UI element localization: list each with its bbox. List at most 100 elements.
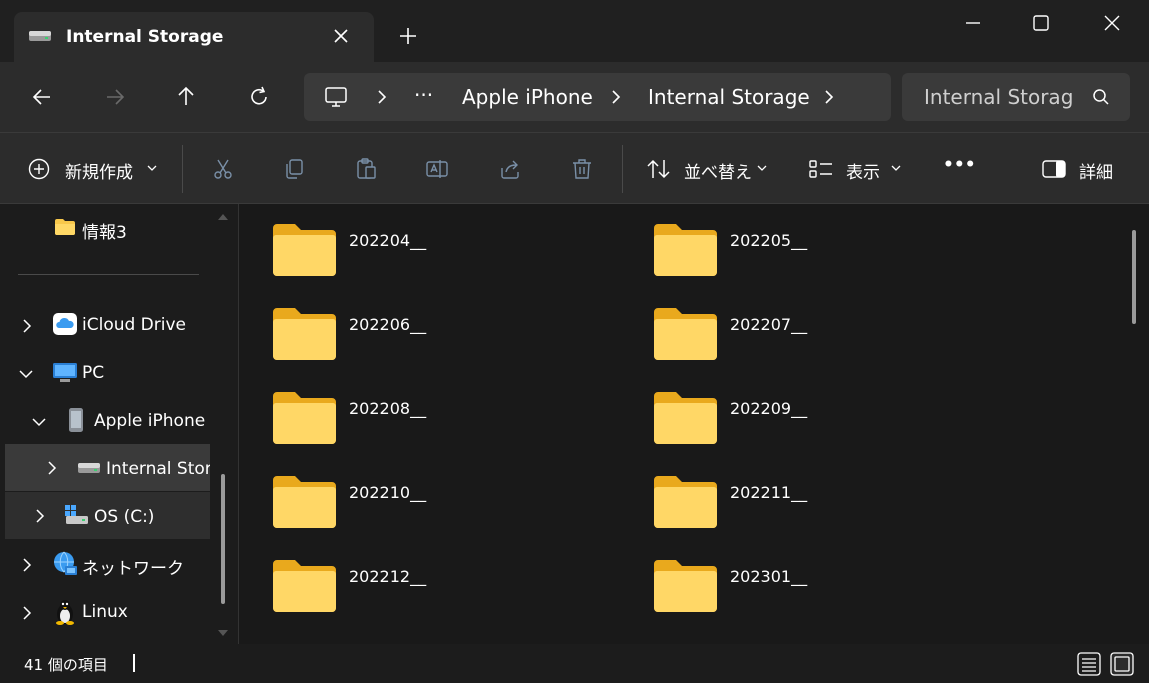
- large-icons-view-icon[interactable]: [1110, 652, 1134, 676]
- minimize-icon[interactable]: [962, 12, 984, 34]
- folder-item-202211[interactable]: 202211__: [654, 476, 954, 532]
- folder-item-202210[interactable]: 202210__: [273, 476, 573, 532]
- more-options-button[interactable]: •••: [943, 155, 976, 175]
- back-icon[interactable]: [30, 85, 54, 109]
- folder-item-202205[interactable]: 202205__: [654, 224, 954, 280]
- details-button[interactable]: 詳細: [1079, 158, 1113, 183]
- details-view-icon[interactable]: [1077, 652, 1101, 676]
- drive-icon: [77, 461, 101, 475]
- navigation-pane: 情報3 iCloud Drive PC Apple iPhone Interna…: [0, 204, 238, 644]
- drive-icon: [28, 28, 52, 44]
- chevron-down-icon[interactable]: [146, 163, 158, 173]
- sidebar-item-label: Internal Storage: [106, 459, 210, 479]
- refresh-icon[interactable]: [247, 85, 271, 109]
- folder-item-202301[interactable]: 202301__: [654, 560, 954, 616]
- chevron-right-icon[interactable]: [20, 318, 34, 334]
- folder-icon: [654, 392, 717, 444]
- linux-icon: [54, 599, 76, 625]
- address-bar[interactable]: ··· Apple iPhone Internal Storage: [304, 73, 891, 121]
- folder-item-202206[interactable]: 202206__: [273, 308, 573, 364]
- folder-name: 202207__: [730, 315, 808, 334]
- chevron-right-icon[interactable]: [374, 87, 390, 107]
- divider: [18, 274, 199, 275]
- pc-icon: [52, 362, 78, 384]
- folder-name: 202210__: [349, 483, 427, 502]
- breadcrumb-apple-iphone[interactable]: Apple iPhone: [462, 85, 593, 109]
- search-box[interactable]: Internal Storag: [902, 73, 1130, 121]
- sidebar-item-apple-iphone[interactable]: Apple iPhone: [0, 404, 210, 438]
- new-tab-icon[interactable]: [397, 25, 419, 47]
- sidebar-item-icloud-drive[interactable]: iCloud Drive: [0, 308, 210, 342]
- folder-item-202204[interactable]: 202204__: [273, 224, 573, 280]
- breadcrumb-internal-storage[interactable]: Internal Storage: [648, 85, 810, 109]
- sidebar-item-linux[interactable]: Linux: [0, 596, 210, 630]
- chevron-down-icon[interactable]: [31, 415, 47, 429]
- up-icon[interactable]: [174, 84, 198, 108]
- folder-icon: [273, 392, 336, 444]
- sidebar-item-label: iCloud Drive: [82, 315, 187, 335]
- phone-icon: [68, 407, 84, 433]
- folder-name: 202301__: [730, 567, 808, 586]
- folder-item-202209[interactable]: 202209__: [654, 392, 954, 448]
- folder-icon: [273, 224, 336, 276]
- monitor-icon[interactable]: [324, 85, 348, 109]
- close-window-icon[interactable]: [1101, 12, 1123, 34]
- tab-internal-storage[interactable]: Internal Storage: [14, 12, 374, 62]
- maximize-icon[interactable]: [1030, 12, 1052, 34]
- sidebar-item-network[interactable]: ネットワーク: [0, 548, 210, 582]
- chevron-right-icon[interactable]: [821, 87, 837, 107]
- chevron-right-icon[interactable]: [608, 87, 624, 107]
- close-tab-icon[interactable]: [330, 25, 352, 47]
- new-button[interactable]: 新規作成: [65, 158, 133, 183]
- folder-icon: [654, 476, 717, 528]
- folder-name: 202208__: [349, 399, 427, 418]
- icloud-icon: [53, 313, 77, 335]
- folder-item-202212[interactable]: 202212__: [273, 560, 573, 616]
- scroll-down-icon[interactable]: [217, 628, 229, 638]
- command-bar: 新規作成 並べ替え 表示 ••• 詳細: [0, 132, 1149, 204]
- chevron-right-icon[interactable]: [20, 557, 34, 573]
- forward-icon[interactable]: [103, 85, 127, 109]
- chevron-right-icon[interactable]: [20, 605, 34, 621]
- delete-icon[interactable]: [570, 157, 594, 181]
- navigation-bar: ··· Apple iPhone Internal Storage Intern…: [0, 62, 1149, 132]
- sidebar-item-label: Linux: [82, 602, 128, 622]
- folder-item-202208[interactable]: 202208__: [273, 392, 573, 448]
- chevron-down-icon[interactable]: [18, 367, 34, 381]
- chevron-down-icon[interactable]: [890, 163, 902, 173]
- chevron-down-icon[interactable]: [756, 163, 768, 173]
- details-pane-icon[interactable]: [1041, 159, 1067, 179]
- folder-icon: [54, 218, 76, 236]
- sidebar-item-pc[interactable]: PC: [0, 356, 210, 390]
- item-count: 41 個の項目: [24, 656, 108, 674]
- folder-icon: [273, 308, 336, 360]
- chevron-right-icon[interactable]: [45, 460, 59, 476]
- breadcrumb-overflow[interactable]: ···: [414, 83, 433, 107]
- sort-icon[interactable]: [646, 158, 672, 180]
- share-icon[interactable]: [498, 157, 522, 181]
- folder-icon: [273, 560, 336, 612]
- chevron-right-icon[interactable]: [33, 508, 47, 524]
- view-button[interactable]: 表示: [846, 158, 880, 183]
- status-bar: 41 個の項目: [0, 644, 1149, 683]
- sort-button[interactable]: 並べ替え: [684, 158, 752, 183]
- network-icon: [52, 551, 78, 577]
- tab-title: Internal Storage: [66, 27, 224, 47]
- new-icon[interactable]: [28, 158, 50, 180]
- copy-icon[interactable]: [282, 157, 306, 181]
- view-icon[interactable]: [808, 158, 834, 180]
- search-input[interactable]: Internal Storag: [924, 85, 1073, 109]
- os-drive-icon: [64, 504, 90, 526]
- folder-item-202207[interactable]: 202207__: [654, 308, 954, 364]
- sidebar-item-os-c[interactable]: OS (C:): [5, 492, 210, 539]
- rename-icon[interactable]: [425, 157, 449, 181]
- sidebar-scrollbar-thumb[interactable]: [221, 474, 225, 604]
- search-icon[interactable]: [1092, 88, 1110, 106]
- folder-name: 202206__: [349, 315, 427, 334]
- cut-icon[interactable]: [211, 157, 235, 181]
- sidebar-item-internal-storage[interactable]: Internal Storage: [5, 444, 210, 491]
- paste-icon[interactable]: [354, 157, 378, 181]
- content-scrollbar-thumb[interactable]: [1132, 230, 1136, 324]
- sidebar-item-jouhou3[interactable]: 情報3: [0, 212, 210, 246]
- scroll-up-icon[interactable]: [217, 212, 229, 222]
